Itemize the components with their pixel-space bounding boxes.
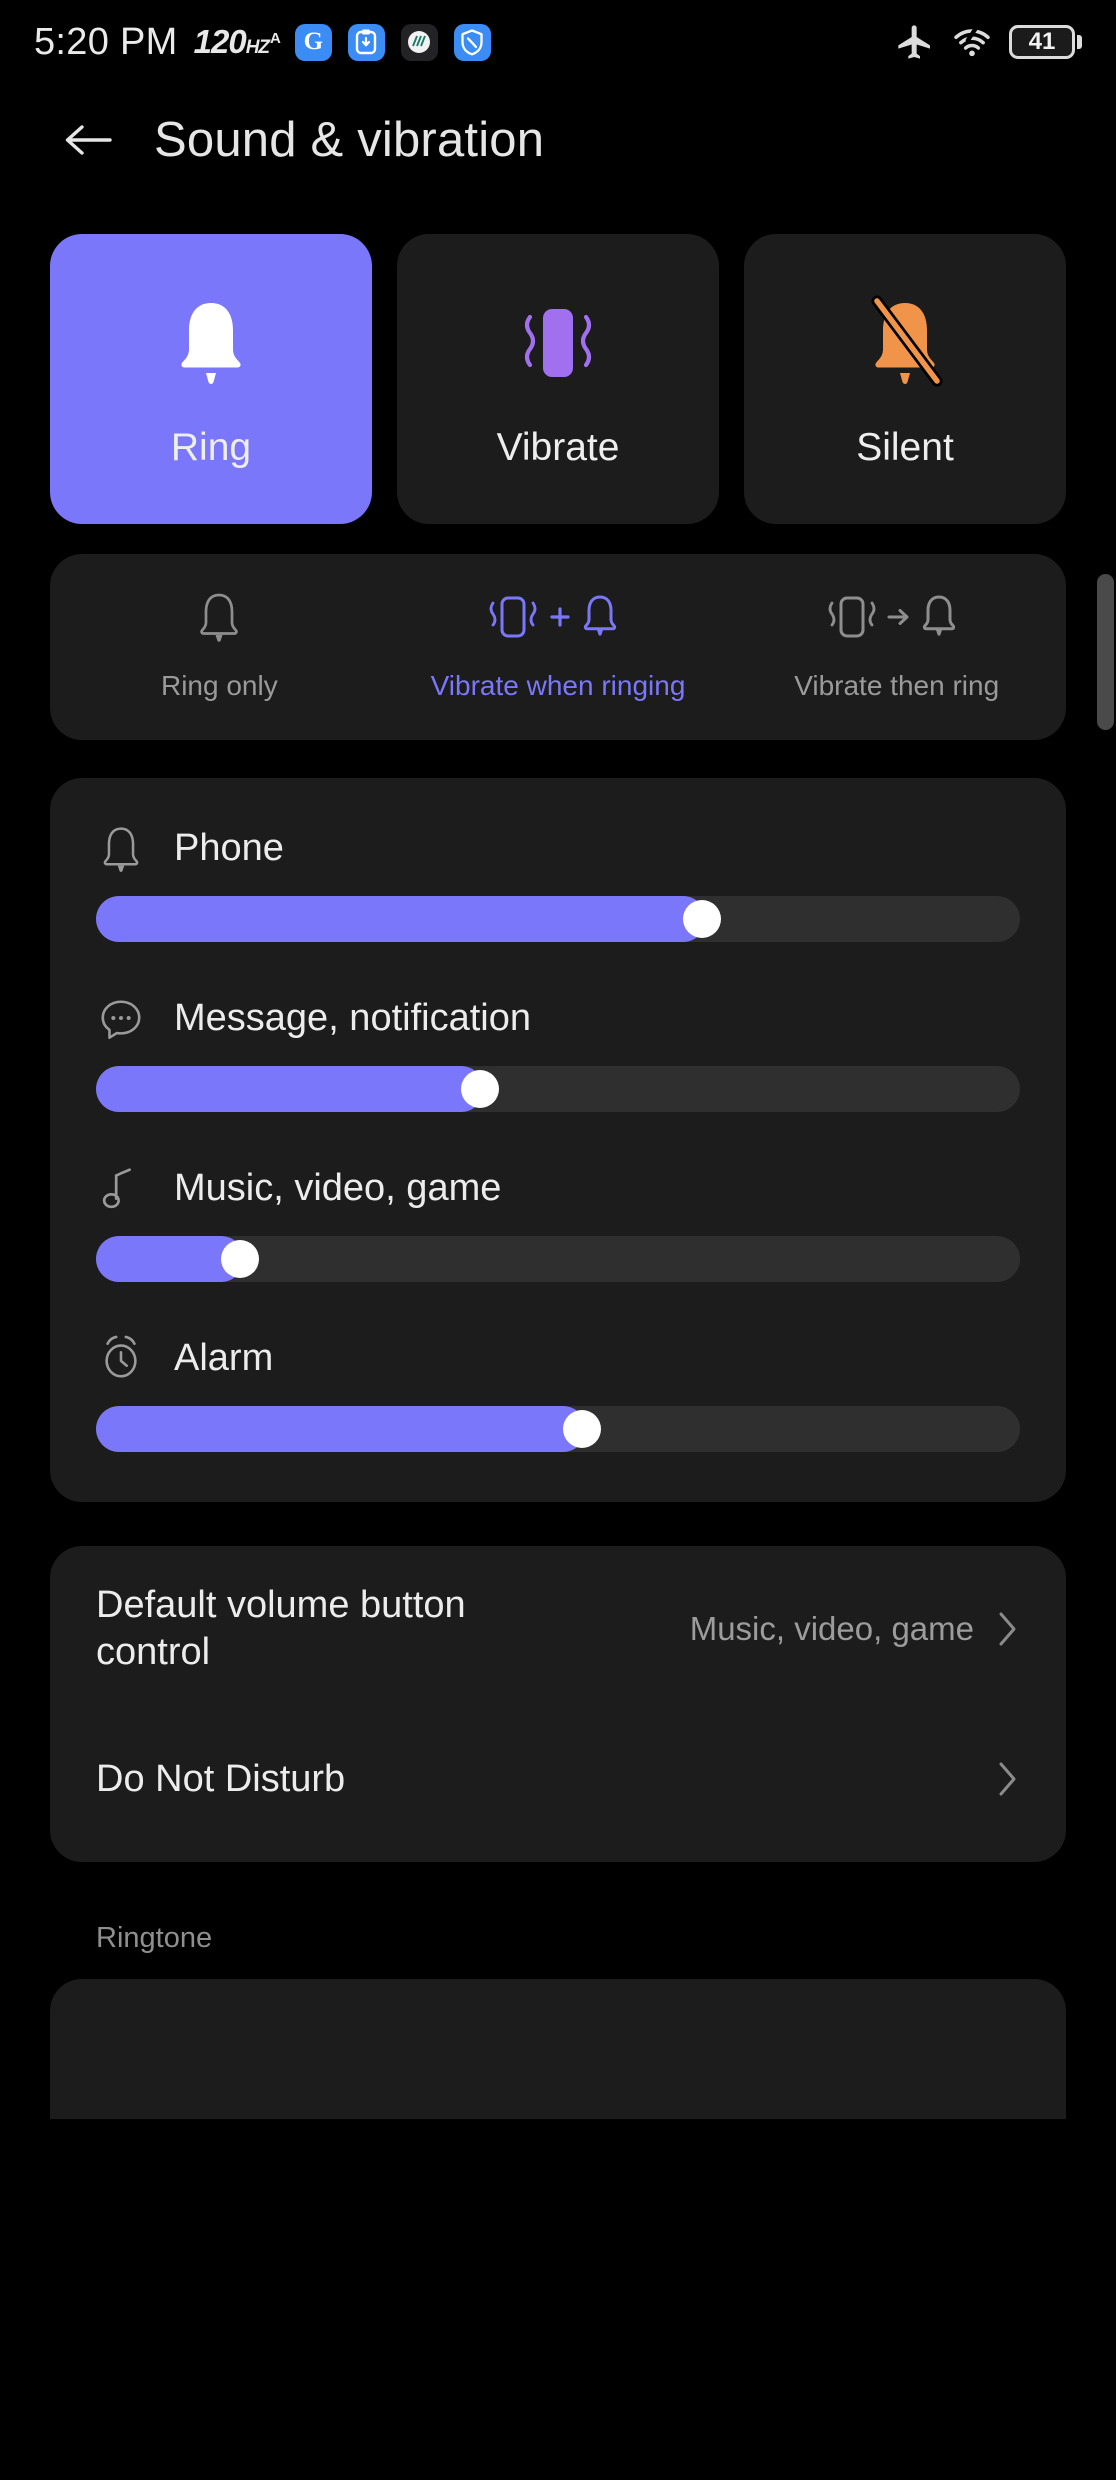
refresh-rate-indicator: 120 HZ A: [193, 23, 281, 61]
mode-label-vibrate: Vibrate: [496, 426, 620, 469]
music-icon: [96, 1164, 146, 1214]
refresh-rate-unit: HZ: [245, 37, 270, 58]
subopt-label-vibrate-then-ring: Vibrate then ring: [794, 670, 1000, 701]
volume-header-alarm: Alarm: [96, 1334, 1020, 1384]
mode-card-ring[interactable]: Ring: [50, 234, 372, 524]
slider-fill: [96, 895, 706, 942]
bell-crossed-icon: [855, 288, 955, 398]
bell-icon: [196, 588, 242, 646]
volume-header-message: Message, notification: [96, 994, 1020, 1044]
subopt-ring-only[interactable]: Ring only: [50, 588, 389, 704]
app-dark-icon: [400, 23, 438, 61]
battery-level: 41: [1009, 25, 1075, 59]
volume-slider-alarm[interactable]: [96, 1405, 1020, 1452]
volume-sliders-card: Phone Message, notification Music, video…: [50, 777, 1066, 1502]
chevron-right-icon: [999, 1762, 1016, 1796]
volume-row-alarm: Alarm: [96, 1334, 1020, 1452]
vibrate-arrow-bell-icon: [817, 588, 977, 646]
mode-card-silent[interactable]: Silent: [744, 234, 1066, 524]
slider-fill: [96, 1065, 485, 1112]
status-bar: 5:20 PM 120 HZ A G 41: [0, 0, 1116, 84]
list-item-do-not-disturb[interactable]: Do Not Disturb: [96, 1704, 1020, 1854]
back-arrow-icon[interactable]: [62, 120, 114, 160]
subopt-label-ring-only: Ring only: [160, 670, 278, 701]
slider-thumb[interactable]: [220, 1239, 259, 1278]
mode-card-vibrate[interactable]: Vibrate: [397, 234, 719, 524]
mode-label-silent: Silent: [856, 426, 954, 469]
volume-row-message: Message, notification: [96, 994, 1020, 1112]
airplane-icon: [898, 25, 930, 59]
volume-label-phone: Phone: [174, 827, 284, 870]
chevron-right-icon: [999, 1612, 1016, 1646]
volume-row-music: Music, video, game: [96, 1164, 1020, 1282]
subopt-vibrate-when-ringing[interactable]: Vibrate when ringing: [389, 588, 728, 704]
slider-thumb[interactable]: [562, 1409, 601, 1448]
vibrate-plus-bell-icon: [478, 588, 638, 646]
subopt-label-vibrate-when-ringing: Vibrate when ringing: [430, 670, 686, 701]
slider-thumb[interactable]: [461, 1069, 500, 1108]
list-item-title: Default volume button control: [96, 1584, 466, 1673]
status-time: 5:20 PM: [34, 20, 178, 63]
wifi-icon: [954, 25, 990, 57]
list-item-default-volume-button-control[interactable]: Default volume button control Music, vid…: [96, 1554, 1020, 1704]
scrollbar-thumb[interactable]: [1097, 574, 1114, 730]
refresh-rate-auto: A: [270, 30, 281, 47]
list-item-value: Music, video, game: [689, 1609, 974, 1647]
shield-glyph: [461, 28, 484, 55]
volume-label-music: Music, video, game: [174, 1167, 502, 1210]
ringer-mode-selector: Ring Vibrate Silent: [0, 234, 1116, 524]
volume-label-alarm: Alarm: [174, 1337, 274, 1380]
clipboard-glyph: [356, 29, 377, 55]
battery-cap: [1077, 35, 1082, 49]
slider-thumb[interactable]: [682, 899, 721, 938]
volume-slider-message[interactable]: [96, 1065, 1020, 1112]
slider-fill: [96, 1405, 586, 1452]
list-item-title: Do Not Disturb: [96, 1757, 346, 1800]
ringtone-card-partial[interactable]: [50, 1978, 1066, 2119]
ring-behaviour-options: Ring only Vibrate when ringing Vibrate t…: [50, 554, 1114, 740]
bell-icon: [96, 824, 146, 874]
volume-label-message: Message, notification: [174, 997, 531, 1040]
message-icon: [96, 994, 146, 1044]
clipboard-icon: [347, 23, 385, 61]
app-dark-glyph: [408, 31, 431, 53]
volume-header-music: Music, video, game: [96, 1164, 1020, 1214]
vibrate-icon: [506, 288, 610, 398]
volume-header-phone: Phone: [96, 824, 1020, 874]
shield-icon: [453, 23, 491, 61]
bell-icon: [168, 288, 254, 398]
status-bar-right: 41: [895, 22, 1082, 62]
google-icon: G: [294, 23, 332, 61]
page-header: Sound & vibration: [0, 84, 1116, 196]
mode-label-ring: Ring: [170, 426, 252, 469]
volume-slider-phone[interactable]: [96, 895, 1020, 942]
volume-row-phone: Phone: [96, 824, 1020, 942]
status-bar-left: 5:20 PM 120 HZ A G: [34, 21, 895, 64]
subopt-vibrate-then-ring[interactable]: Vibrate then ring: [727, 588, 1066, 704]
volume-slider-music[interactable]: [96, 1235, 1020, 1282]
alarm-icon: [96, 1334, 146, 1384]
refresh-rate-value: 120: [193, 23, 247, 60]
battery-indicator: 41: [1009, 25, 1082, 59]
page-title: Sound & vibration: [154, 113, 545, 167]
section-label-ringtone: Ringtone: [96, 1921, 213, 1954]
settings-list-card: Default volume button control Music, vid…: [50, 1545, 1066, 1862]
